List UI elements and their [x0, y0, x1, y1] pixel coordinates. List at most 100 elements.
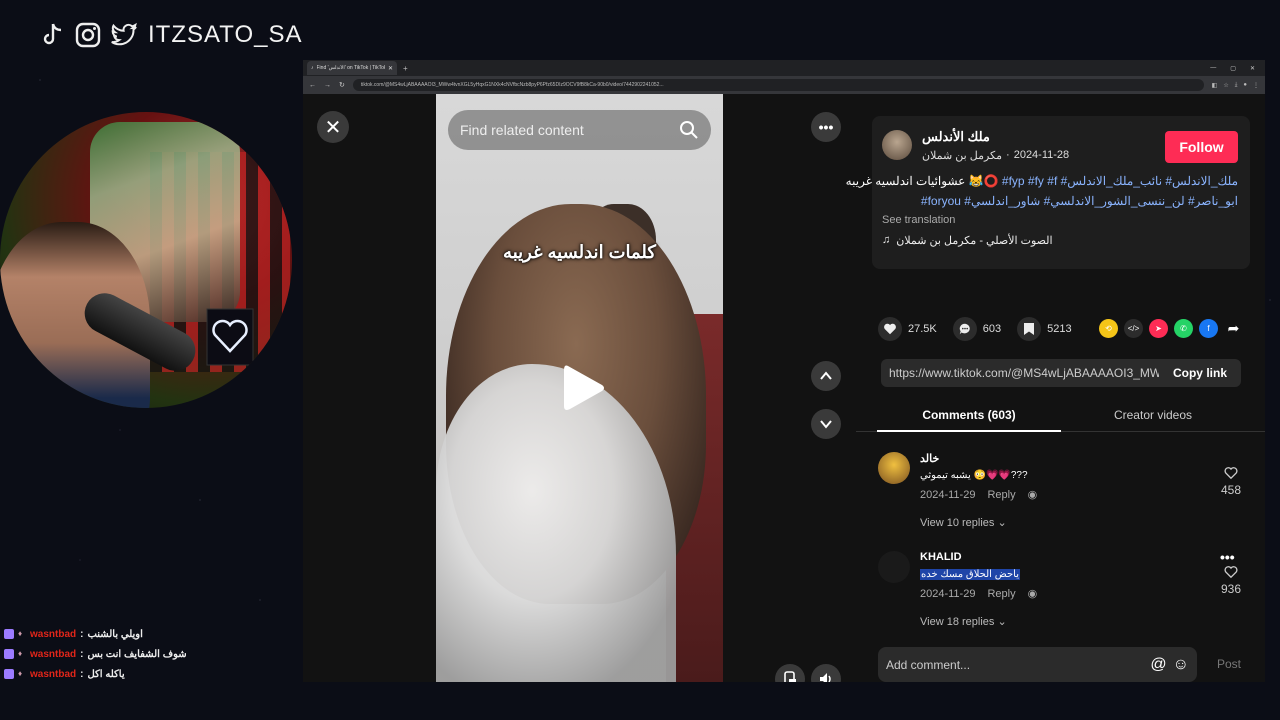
- chat-sub-icon: ♦: [18, 629, 23, 638]
- forward-icon[interactable]: →: [324, 82, 331, 89]
- bookmark-icon[interactable]: ☆: [1223, 82, 1228, 89]
- pip-icon: [784, 671, 796, 682]
- new-tab-icon[interactable]: +: [403, 64, 408, 73]
- save-button[interactable]: [1017, 317, 1042, 341]
- whatsapp-icon[interactable]: ✆: [1174, 319, 1193, 338]
- next-video-button[interactable]: [811, 409, 841, 439]
- extension-icon[interactable]: ◧: [1212, 82, 1218, 89]
- repost-icon[interactable]: ⟲: [1099, 319, 1118, 338]
- comment-like[interactable]: 458: [1216, 466, 1246, 497]
- volume-icon: [820, 673, 831, 682]
- chat-sub-icon: ♦: [18, 669, 23, 678]
- post-info-card: ملك الأندلس مكرمل بن شملان · 2024-11-28 …: [846, 116, 1250, 269]
- menu-icon[interactable]: ⋮: [1253, 82, 1259, 89]
- comment-date: 2024-11-29: [920, 587, 976, 600]
- chat-badge-icon: [4, 649, 14, 659]
- profile-icon[interactable]: ●: [1243, 82, 1247, 89]
- commenter-name[interactable]: KHALID: [920, 551, 962, 563]
- chat-text: اويلي بالشنب: [87, 628, 143, 640]
- comment-count: 603: [982, 323, 1002, 335]
- commenter-avatar[interactable]: [878, 452, 910, 484]
- comment-more-icon[interactable]: •••: [1220, 549, 1235, 565]
- stream-chat: ♦ wasntbad : اويلي بالشنب ♦ wasntbad : ش…: [4, 624, 294, 684]
- comment-input[interactable]: Add comment... @ ☺: [878, 647, 1197, 682]
- chat-username: wasntbad: [30, 668, 77, 680]
- browser-tab[interactable]: ♪ Find 'الأندلس' on TikTok | TikTok ✕: [307, 61, 397, 75]
- commenter-name[interactable]: خالد: [920, 452, 939, 465]
- comment-placeholder: Add comment...: [886, 657, 971, 672]
- maximize-icon[interactable]: ▢: [1230, 65, 1236, 72]
- ellipsis-icon: •••: [818, 119, 834, 135]
- panel-tabs: Comments (603) Creator videos: [856, 398, 1265, 432]
- author-avatar[interactable]: [882, 130, 912, 160]
- view-replies-button[interactable]: View 18 replies ⌄: [920, 615, 1007, 628]
- view-replies-button[interactable]: View 10 replies ⌄: [920, 516, 1007, 529]
- comment-button[interactable]: [952, 317, 977, 341]
- tab-strip: ♪ Find 'الأندلس' on TikTok | TikTok ✕ + …: [303, 60, 1265, 76]
- tiktok-icon: [36, 19, 68, 51]
- author-name[interactable]: ملك الأندلس: [922, 129, 990, 145]
- related-search[interactable]: Find related content: [448, 110, 711, 150]
- mention-icon[interactable]: @: [1150, 656, 1166, 674]
- see-translation-link[interactable]: See translation: [882, 214, 955, 226]
- commenter-avatar[interactable]: [878, 551, 910, 583]
- minimize-icon[interactable]: —: [1210, 65, 1216, 72]
- author-nickname: مكرمل بن شملان: [922, 150, 1003, 162]
- close-window-icon[interactable]: ✕: [1250, 65, 1255, 72]
- reply-button[interactable]: Reply: [987, 489, 1015, 501]
- instagram-icon: [72, 19, 104, 51]
- previous-video-button[interactable]: [811, 361, 841, 391]
- video-link-box: https://www.tiktok.com/@MS4wLjABAAAAOI3_…: [881, 359, 1241, 387]
- chat-badge-icon: [4, 669, 14, 679]
- related-search-input[interactable]: Find related content: [460, 122, 679, 138]
- extension-icons: ◧ ☆ ⤓ ● ⋮: [1212, 82, 1259, 89]
- download-icon[interactable]: ⤓: [1235, 82, 1238, 89]
- post-comment-button[interactable]: Post: [1217, 657, 1241, 671]
- post-description-line: #foryou #ابو_ناصر# لن_ننسى_الشور_الاندلس…: [921, 194, 1238, 208]
- url-field[interactable]: tiktok.com/@MS4wLjABAAAAOI3_MWw4tvnXGL5y…: [352, 79, 1204, 91]
- chat-sub-icon: ♦: [18, 649, 23, 658]
- music-note-icon: ♫: [882, 234, 891, 246]
- hashtags[interactable]: #fyp #fy #f #ملك_الاندلس# نائب_ملك_الاند…: [1002, 174, 1238, 188]
- share-arrow-icon[interactable]: ➦: [1224, 319, 1243, 338]
- video-player[interactable]: Find related content كلمات اندلسيه غريبه: [436, 94, 723, 682]
- video-link[interactable]: https://www.tiktok.com/@MS4wLjABAAAAOI3_…: [881, 366, 1159, 380]
- comment-like[interactable]: 936: [1216, 565, 1246, 596]
- send-icon[interactable]: ➤: [1149, 319, 1168, 338]
- hashtags[interactable]: #foryou #ابو_ناصر# لن_ننسى_الشور_الاندلس…: [921, 194, 1238, 208]
- tiktok-page: ✕ Find related content كلمات اندلسيه غري…: [303, 94, 1265, 682]
- creator-liked-icon: ◉: [1027, 489, 1038, 501]
- facebook-icon[interactable]: f: [1199, 319, 1218, 338]
- close-tab-icon[interactable]: ✕: [388, 65, 393, 72]
- reload-icon[interactable]: ↻: [339, 81, 345, 89]
- chevron-down-icon: [820, 420, 832, 429]
- search-icon[interactable]: [679, 120, 699, 140]
- close-video-button[interactable]: ✕: [317, 111, 349, 143]
- copy-link-button[interactable]: Copy link: [1159, 366, 1241, 380]
- sound-link[interactable]: ♫ الصوت الأصلي - مكرمل بن شملان: [882, 234, 1053, 247]
- tab-creator-videos[interactable]: Creator videos: [1061, 398, 1245, 432]
- play-icon[interactable]: [562, 362, 606, 414]
- follow-button[interactable]: Follow: [1165, 131, 1238, 163]
- chat-message: ♦ wasntbad : ياكله اكل: [4, 664, 294, 684]
- like-count: 27.5K: [908, 323, 937, 335]
- back-icon[interactable]: ←: [309, 82, 316, 89]
- twitter-icon: [108, 19, 140, 51]
- view-replies-label: View 18 replies: [920, 616, 995, 628]
- engagement-bar: 27.5K 603 5213: [878, 317, 1082, 341]
- like-button[interactable]: [878, 317, 902, 341]
- sound-name: الصوت الأصلي - مكرمل بن شملان: [896, 235, 1053, 247]
- volume-button[interactable]: [811, 664, 841, 682]
- chat-text: شوف الشفايف انت بس: [87, 648, 187, 660]
- reply-button[interactable]: Reply: [987, 588, 1015, 600]
- embed-icon[interactable]: </>: [1124, 319, 1143, 338]
- author-subline: مكرمل بن شملان · 2024-11-28: [922, 149, 1070, 162]
- more-options-button[interactable]: •••: [811, 112, 841, 142]
- tab-comments[interactable]: Comments (603): [877, 398, 1061, 432]
- close-icon: ✕: [324, 116, 342, 139]
- post-description-line: عشوائيات اندلسيه غريبه 😹⭕ #fyp #fy #f #م…: [846, 174, 1238, 188]
- view-replies-label: View 10 replies: [920, 517, 995, 529]
- heart-outline-icon: [1224, 467, 1238, 480]
- emoji-icon[interactable]: ☺: [1173, 656, 1189, 674]
- floating-player-button[interactable]: [775, 664, 805, 682]
